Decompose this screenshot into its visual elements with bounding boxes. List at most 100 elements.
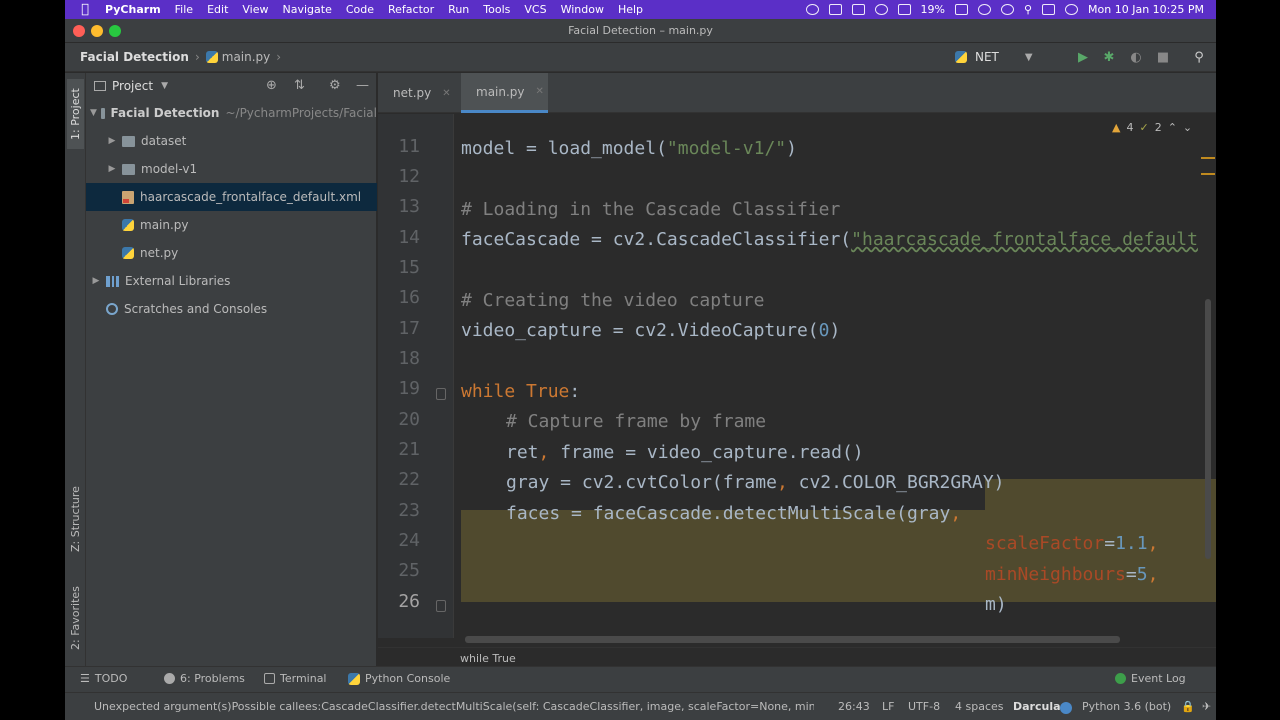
display-icon[interactable] bbox=[897, 4, 911, 15]
menu-view[interactable]: View bbox=[242, 3, 268, 16]
menu-refactor[interactable]: Refactor bbox=[388, 3, 434, 16]
menu-app-name[interactable]: PyCharm bbox=[105, 3, 161, 16]
code-line-20: # Capture frame by frame bbox=[506, 411, 767, 432]
locate-file-icon[interactable]: ⊕ bbox=[266, 78, 277, 93]
menu-navigate[interactable]: Navigate bbox=[283, 3, 332, 16]
breadcrumb-file[interactable]: main.py bbox=[205, 50, 270, 64]
menu-vcs[interactable]: VCS bbox=[524, 3, 546, 16]
window-title-bar: Facial Detection – main.py bbox=[65, 19, 1216, 43]
tree-item-main-py[interactable]: main.py bbox=[86, 211, 377, 239]
window-minimize-button[interactable] bbox=[91, 25, 103, 37]
chevron-right-icon[interactable]: ▶ bbox=[106, 164, 118, 174]
tree-item-haarcascade-xml[interactable]: haarcascade_frontalface_default.xml bbox=[86, 183, 377, 211]
code-editor[interactable]: model = load_model("model-v1/") # Loadin… bbox=[455, 114, 1216, 638]
control-center-icon[interactable] bbox=[1042, 4, 1056, 15]
chevron-up-icon[interactable]: ⌃ bbox=[1168, 121, 1177, 134]
code-token: faceCascade = cv2.CascadeClassifier( bbox=[461, 229, 852, 250]
cloud-icon[interactable] bbox=[828, 4, 842, 15]
bolt-icon[interactable] bbox=[851, 4, 865, 15]
error-stripe-marker[interactable] bbox=[1201, 157, 1215, 159]
theme-name[interactable]: Darcula bbox=[1013, 700, 1061, 713]
tree-item-dataset[interactable]: ▶ dataset bbox=[86, 127, 377, 155]
spotlight-icon[interactable]: ⚲ bbox=[1024, 3, 1032, 16]
close-icon[interactable]: ✕ bbox=[442, 88, 450, 99]
lock-icon[interactable]: 🔒 bbox=[1181, 700, 1195, 713]
line-number-current: 26 bbox=[398, 591, 420, 612]
code-line-22: gray = cv2.cvtColor(frame, cv2.COLOR_BGR… bbox=[506, 468, 1005, 498]
run-button[interactable]: ▶ bbox=[1075, 49, 1091, 65]
tool-window-event-log[interactable]: Event Log bbox=[1115, 672, 1186, 685]
tool-tab-favorites[interactable]: 2: Favorites bbox=[67, 578, 84, 658]
error-stripe-marker[interactable] bbox=[1201, 173, 1215, 175]
python-interpreter[interactable]: Python 3.6 (bot) bbox=[1082, 700, 1171, 713]
code-line-16: # Creating the video capture bbox=[461, 290, 765, 311]
editor-vertical-scrollbar[interactable] bbox=[1205, 299, 1211, 559]
project-panel-title[interactable]: Project bbox=[112, 79, 153, 93]
terminal-icon bbox=[264, 673, 275, 684]
line-ending[interactable]: LF bbox=[882, 700, 894, 713]
tool-window-terminal[interactable]: Terminal bbox=[264, 672, 327, 685]
menu-code[interactable]: Code bbox=[346, 3, 374, 16]
chevron-down-icon[interactable]: ⌄ bbox=[1183, 121, 1192, 134]
run-with-coverage-button[interactable]: ◐ bbox=[1128, 49, 1144, 65]
menu-run[interactable]: Run bbox=[448, 3, 469, 16]
tool-window-problems[interactable]: 6: Problems bbox=[164, 672, 245, 685]
tab-net-py[interactable]: net.py ✕ bbox=[378, 73, 460, 113]
siri-icon[interactable] bbox=[1065, 4, 1079, 15]
tool-tab-project[interactable]: 1: Project bbox=[67, 79, 84, 149]
gear-icon[interactable]: ⚙ bbox=[329, 78, 341, 93]
tree-item-model-v1[interactable]: ▶ model-v1 bbox=[86, 155, 377, 183]
search-everywhere-icon[interactable]: ⚲ bbox=[1191, 49, 1207, 65]
fold-marker-icon[interactable] bbox=[436, 388, 446, 400]
editor-gutter[interactable]: 11 12 13 14 15 16 17 18 19 20 21 22 23 2… bbox=[378, 114, 454, 638]
breadcrumb-project[interactable]: Facial Detection bbox=[65, 50, 189, 64]
airdrop-icon[interactable] bbox=[874, 4, 888, 15]
wifi-icon[interactable] bbox=[977, 4, 991, 15]
time-machine-icon[interactable] bbox=[1000, 4, 1014, 15]
fold-marker-icon[interactable] bbox=[436, 600, 446, 612]
inspection-widget[interactable]: ▲ 4 ✓ 2 ⌃ ⌄ bbox=[1112, 118, 1212, 136]
tab-main-py[interactable]: main.py ✕ bbox=[461, 73, 548, 113]
tree-item-label: Scratches and Consoles bbox=[124, 302, 268, 316]
menu-file[interactable]: File bbox=[175, 3, 193, 16]
editor-horizontal-scrollbar[interactable] bbox=[465, 636, 1120, 643]
inspector-icon[interactable]: ✈ bbox=[1202, 700, 1211, 713]
python-file-icon bbox=[122, 247, 134, 259]
tool-tab-structure[interactable]: Z: Structure bbox=[67, 473, 84, 565]
chevron-down-icon[interactable]: ▼ bbox=[161, 81, 168, 91]
code-token: ) bbox=[995, 594, 1007, 615]
caret-position[interactable]: 26:43 bbox=[838, 700, 870, 713]
chevron-right-icon[interactable]: ▶ bbox=[106, 136, 118, 146]
collapse-all-icon[interactable]: ⇅ bbox=[294, 78, 305, 93]
obs-icon[interactable] bbox=[805, 4, 819, 15]
tool-window-python-console[interactable]: Python Console bbox=[348, 672, 450, 685]
stop-button[interactable]: ■ bbox=[1155, 49, 1171, 65]
menu-help[interactable]: Help bbox=[618, 3, 643, 16]
tree-item-external-libraries[interactable]: ▶ External Libraries bbox=[86, 267, 377, 295]
close-icon[interactable]: ✕ bbox=[536, 86, 544, 97]
code-breadcrumb[interactable]: while True bbox=[460, 652, 516, 665]
file-encoding[interactable]: UTF-8 bbox=[908, 700, 940, 713]
indent-setting[interactable]: 4 spaces bbox=[955, 700, 1004, 713]
menu-edit[interactable]: Edit bbox=[207, 3, 228, 16]
battery-icon[interactable] bbox=[954, 4, 968, 15]
tree-item-net-py[interactable]: net.py bbox=[86, 239, 377, 267]
chevron-down-icon[interactable]: ▼ bbox=[90, 108, 97, 118]
tool-window-label: Python Console bbox=[365, 672, 451, 685]
apple-icon[interactable]:  bbox=[65, 2, 105, 17]
tool-window-todo[interactable]: ☰ TODO bbox=[80, 672, 127, 685]
weak-warning-count: 2 bbox=[1154, 120, 1162, 134]
code-token: = bbox=[1125, 564, 1137, 585]
window-close-button[interactable] bbox=[73, 25, 85, 37]
tree-item-project-root[interactable]: ▼ Facial Detection ~/PycharmProjects/Fac… bbox=[86, 99, 377, 127]
run-configuration-select[interactable]: NET ▼ bbox=[955, 47, 1067, 67]
chevron-right-icon[interactable]: ▶ bbox=[90, 276, 102, 286]
menu-tools[interactable]: Tools bbox=[483, 3, 510, 16]
code-token-number: 1.1 bbox=[1115, 533, 1148, 554]
menubar-clock[interactable]: Mon 10 Jan 10:25 PM bbox=[1088, 3, 1204, 16]
debug-button[interactable]: ✱ bbox=[1101, 49, 1117, 65]
tree-item-scratches[interactable]: Scratches and Consoles bbox=[86, 295, 377, 323]
window-zoom-button[interactable] bbox=[109, 25, 121, 37]
menu-window[interactable]: Window bbox=[561, 3, 604, 16]
hide-panel-icon[interactable]: — bbox=[356, 78, 369, 93]
